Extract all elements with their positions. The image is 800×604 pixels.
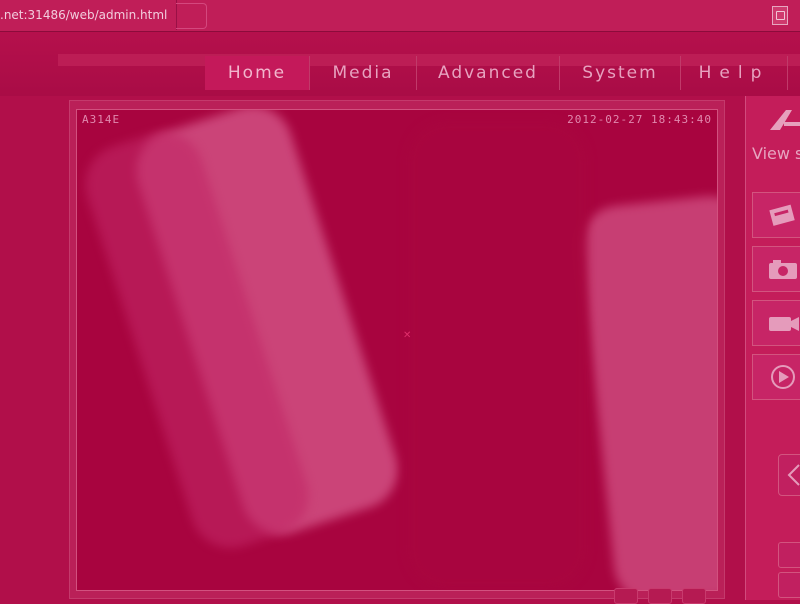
brand-logo-icon [770,110,800,130]
video-record-button[interactable] [752,300,800,346]
chevron-left-icon [787,464,800,486]
nav-media[interactable]: Media [310,56,417,90]
panel-label: View s [752,144,800,163]
url-field-end [176,3,207,29]
viewer-control-button-3[interactable] [682,588,706,604]
live-view-frame: A314E 2012-02-27 18:43:40 ✕ [69,100,725,604]
camera-icon [769,260,797,279]
nav-system[interactable]: System [560,56,681,90]
panel-prev-button[interactable] [778,454,800,496]
browser-address-bar: .net:31486/web/admin.html [0,0,800,32]
video-object-center [407,120,587,590]
snapshot-button[interactable] [752,246,800,292]
nav-help[interactable]: Help [681,56,788,90]
panel-small-button-2[interactable] [778,572,800,598]
video-object-right [576,192,717,590]
url-field[interactable]: .net:31486/web/admin.html [0,0,177,30]
page-info-icon[interactable] [772,6,788,25]
viewer-control-button-2[interactable] [648,588,672,604]
live-video[interactable]: A314E 2012-02-27 18:43:40 ✕ [76,109,718,591]
record-settings-button[interactable] [752,192,800,238]
nav-home[interactable]: Home [205,56,310,90]
timestamp-overlay: 2012-02-27 18:43:40 [567,113,712,126]
play-icon [771,365,795,389]
video-camera-icon [769,317,799,331]
viewer-control-button-1[interactable] [614,588,638,604]
panel-small-button-1[interactable] [778,542,800,568]
main-nav: Home Media Advanced System Help [205,56,788,90]
storage-icon [769,204,795,226]
play-button[interactable] [752,354,800,400]
crosshair-icon: ✕ [403,330,412,341]
camera-id-overlay: A314E [82,113,121,126]
side-panel: View s [745,96,800,600]
nav-advanced[interactable]: Advanced [417,56,560,90]
